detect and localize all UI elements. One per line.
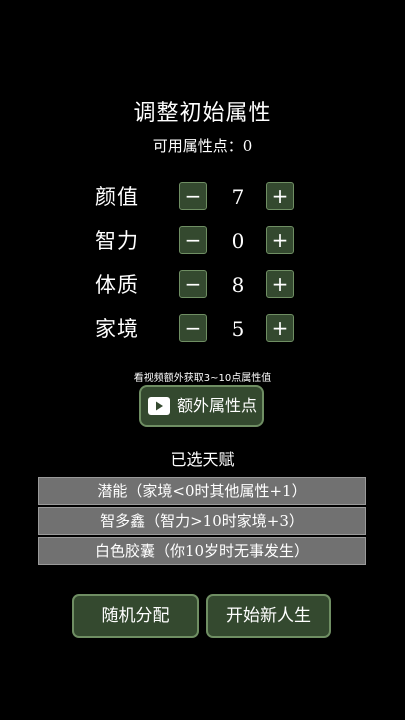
random-allocate-button[interactable]: 随机分配 — [72, 594, 199, 638]
attribute-label: 智力 — [95, 229, 139, 253]
increase-appearance-button[interactable]: + — [266, 182, 294, 210]
extra-points-label: 额外属性点 — [177, 396, 258, 415]
attribute-label: 颜值 — [95, 185, 139, 209]
attribute-value: 5 — [231, 317, 245, 341]
attribute-row-family: 家境 − 5 + — [0, 313, 405, 345]
attribute-value: 7 — [231, 185, 245, 209]
attribute-label: 家境 — [95, 317, 139, 341]
decrease-appearance-button[interactable]: − — [179, 182, 207, 210]
attribute-label: 体质 — [95, 273, 139, 297]
video-camera-icon — [148, 397, 170, 415]
extra-points-hint: 看视频额外获取3~10点属性值 — [133, 373, 272, 384]
attribute-row-intelligence: 智力 − 0 + — [0, 225, 405, 257]
attribute-value: 8 — [231, 273, 245, 297]
attribute-row-constitution: 体质 − 8 + — [0, 269, 405, 301]
talent-item: 白色胶囊（你10岁时无事发生） — [38, 537, 366, 565]
available-points-text: 可用属性点：0 — [152, 137, 253, 155]
decrease-family-button[interactable]: − — [179, 314, 207, 342]
increase-intelligence-button[interactable]: + — [266, 226, 294, 254]
talent-item: 智多鑫（智力>10时家境+3） — [38, 507, 366, 535]
talent-item: 潜能（家境<0时其他属性+1） — [38, 477, 366, 505]
attribute-row-appearance: 颜值 − 7 + — [0, 181, 405, 213]
selected-talents-title: 已选天赋 — [170, 450, 235, 469]
decrease-intelligence-button[interactable]: − — [179, 226, 207, 254]
decrease-constitution-button[interactable]: − — [179, 270, 207, 298]
start-new-life-button[interactable]: 开始新人生 — [206, 594, 331, 638]
increase-family-button[interactable]: + — [266, 314, 294, 342]
page-title: 调整初始属性 — [133, 101, 272, 126]
increase-constitution-button[interactable]: + — [266, 270, 294, 298]
attribute-value: 0 — [231, 229, 245, 253]
extra-points-button[interactable]: 额外属性点 — [139, 385, 264, 427]
